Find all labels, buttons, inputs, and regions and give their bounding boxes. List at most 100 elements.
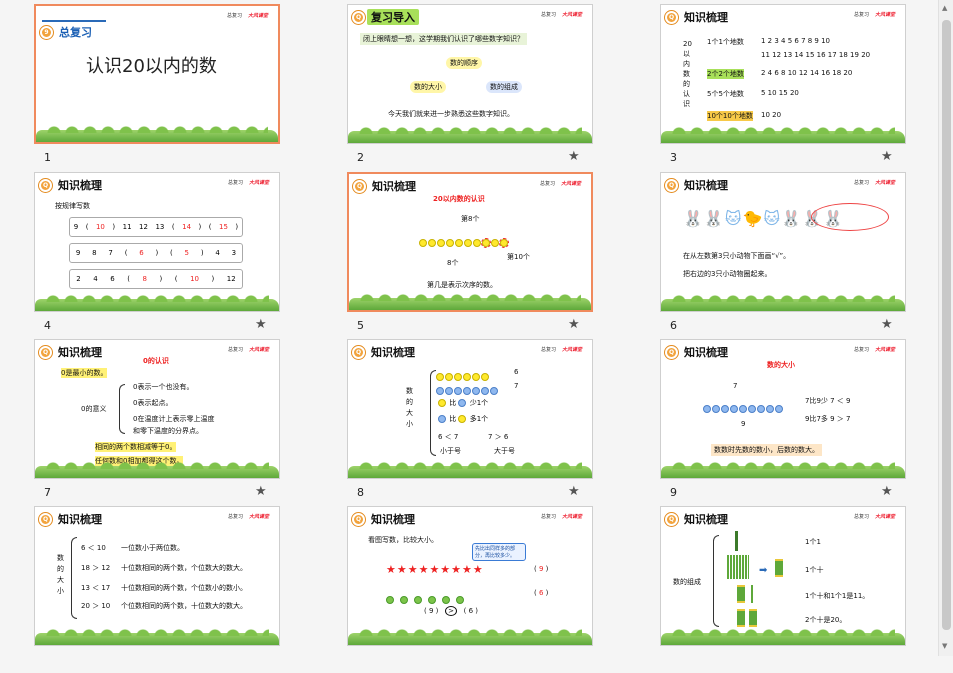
slide-header: 9 总复习: [40, 24, 96, 40]
body-text: 相同的两个数相减等于0。: [95, 442, 177, 452]
slide-thumb-12[interactable]: Q 知识梳理 总复习 大风课堂 数的组成 ➡ 1个1 1个十 1个十和1个1是11。…: [660, 506, 906, 673]
slide-header: Q 知识梳理: [352, 344, 419, 360]
slide-header: Q 知识梳理: [665, 9, 732, 25]
slide-number: 5: [357, 319, 364, 332]
slide-frame[interactable]: Q 知识梳理 总复习 大风课堂 数的大小 7 9 7比9少 7 ＜ 9 9比7多 9…: [660, 339, 906, 479]
body-text: 0的意义: [81, 405, 107, 413]
slide-frame[interactable]: Q 知识梳理 总复习 大风课堂 0的认识 0是最小的数。 0的意义 0表示一个也没有…: [34, 339, 280, 479]
slide-thumbnail-grid: 9 总复习 认识20以内的数 总复习 大风课堂 1 Q 复习导入 总复习 大风课堂 闭…: [0, 0, 938, 656]
header-title: 知识梳理: [684, 513, 728, 526]
brace: [71, 537, 77, 619]
bead-row-blue: [436, 380, 499, 399]
scroll-thumb[interactable]: [942, 20, 951, 630]
scroll-down-icon[interactable]: ▼: [942, 642, 947, 650]
logo: 总复习 大风课堂: [226, 13, 268, 19]
header-title: 知识梳理: [372, 180, 416, 193]
row-value: 个位数相同的两个数，十位数大的数大。: [121, 602, 247, 610]
slide-thumb-8[interactable]: Q 知识梳理 总复习 大风课堂 数的大小 6 7 比 少1个 比 多1个 6 ＜ 7…: [347, 339, 593, 506]
cloud-label: 数的组成: [486, 81, 522, 93]
stick-bundle-icon: [749, 609, 757, 627]
subtitle: 20以内数的认识: [433, 195, 485, 203]
row-key: 1个1个地数: [707, 38, 744, 46]
slide-frame[interactable]: Q 知识梳理 总复习 大风课堂 20以内数的认识 第8个 第10个 8个 第几是表示…: [347, 172, 593, 312]
header-title: 知识梳理: [684, 346, 728, 359]
slide-header: Q 知识梳理: [39, 344, 106, 360]
label: 7: [733, 382, 738, 390]
slide-thumb-10[interactable]: Q 知识梳理 总复习 大风课堂 数的大小 6 ＜ 10 一位数小于两位数。 18 ＞…: [34, 506, 280, 673]
header-title: 知识梳理: [58, 346, 102, 359]
star-icon[interactable]: ★: [881, 484, 893, 499]
star-icon[interactable]: ★: [568, 484, 580, 499]
header-title: 复习导入: [367, 9, 419, 25]
subtitle: 数的大小: [767, 361, 795, 369]
star-icon[interactable]: ★: [881, 317, 893, 332]
slide-thumb-7[interactable]: Q 知识梳理 总复习 大风课堂 0的认识 0是最小的数。 0的意义 0表示一个也没有…: [34, 339, 280, 506]
slide-number: 6: [670, 319, 677, 332]
slide-frame[interactable]: Q 知识梳理 总复习 大风课堂 20以内数的认识 1个1个地数 1 2 3 4 5 …: [660, 4, 906, 144]
slide-frame[interactable]: Q 知识梳理 总复习 大风课堂 按规律写数 9(10) 11 12 13(14)(15) …: [34, 172, 280, 312]
logo: 总复习 大风课堂: [853, 12, 895, 18]
row-value: 十位数相同的两个数，个位数小的数小。: [121, 584, 247, 592]
slide-number: 3: [670, 151, 677, 164]
slide-thumb-2[interactable]: Q 复习导入 总复习 大风课堂 闭上眼睛想一想，这学期我们认识了哪些数字知识？ 数的…: [347, 4, 593, 171]
body-text: 今天我们就来进一步熟悉这些数字知识。: [388, 110, 514, 118]
row-key: 10个10个地数: [707, 111, 753, 121]
row-key: 2个2个地数: [707, 69, 744, 79]
slide-frame[interactable]: Q 知识梳理 总复习 大风课堂 数的组成 ➡ 1个1 1个十 1个十和1个1是11。…: [660, 506, 906, 646]
body-text: 数数时先数的数小，后数的数大。: [711, 444, 822, 456]
bead-row-blue: [703, 398, 784, 417]
magnifier-icon: Q: [39, 178, 52, 192]
side-label: 20以内数的认识: [683, 40, 692, 108]
slide-header: Q 知识梳理: [665, 177, 732, 193]
body-text: 1个十和1个1是11。: [805, 592, 870, 600]
slide-thumb-6[interactable]: Q 知识梳理 总复习 大风课堂 🐰🐰🐱🐤🐱🐰🐰🐰 在从左数第3只小动物下面画“√”。…: [660, 172, 906, 339]
grass-decoration: [35, 461, 279, 478]
sequence-row-1: 9(10) 11 12 13(14)(15): [69, 217, 243, 237]
magnifier-icon: Q: [353, 179, 366, 193]
star-icon[interactable]: ★: [255, 484, 267, 499]
slide-title: 认识20以内的数: [86, 56, 217, 77]
slide-frame[interactable]: Q 知识梳理 总复习 大风课堂 数的大小 6 ＜ 10 一位数小于两位数。 18 ＞…: [34, 506, 280, 646]
row-key: 5个5个地数: [707, 90, 744, 98]
grass-decoration: [348, 628, 592, 645]
cloud-label: 数的顺序: [446, 57, 482, 69]
vertical-scrollbar[interactable]: ▲ ▼: [938, 0, 953, 656]
scroll-up-icon[interactable]: ▲: [942, 4, 947, 12]
stick-bundle-icon: [737, 585, 745, 603]
slide-thumb-5[interactable]: Q 知识梳理 总复习 大风课堂 20以内数的认识 第8个 第10个 8个 第几是表示…: [347, 172, 593, 339]
star-icon[interactable]: ★: [568, 149, 580, 164]
slide-thumb-3[interactable]: Q 知识梳理 总复习 大风课堂 20以内数的认识 1个1个地数 1 2 3 4 5 …: [660, 4, 906, 171]
logo: 总复习 大风课堂: [540, 12, 582, 18]
slide-header: Q 知识梳理: [665, 511, 732, 527]
magnifier-icon: Q: [39, 512, 52, 526]
compare-row-1: 比 少1个: [438, 398, 488, 408]
star-icon[interactable]: ★: [881, 149, 893, 164]
row-value: 10 20: [761, 111, 782, 119]
logo: 总复习 大风课堂: [227, 514, 269, 520]
row-key: 20 ＞ 10: [81, 602, 111, 610]
stick-bundle-icon: [737, 609, 745, 627]
slide-frame[interactable]: Q 复习导入 总复习 大风课堂 闭上眼睛想一想，这学期我们认识了哪些数字知识？ 数的…: [347, 4, 593, 144]
slide-thumb-9[interactable]: Q 知识梳理 总复习 大风课堂 数的大小 7 9 7比9少 7 ＜ 9 9比7多 9…: [660, 339, 906, 506]
answer-box: ( 9 ): [534, 565, 549, 573]
slide-header: Q 知识梳理: [39, 177, 106, 193]
slide-header: Q 知识梳理: [665, 344, 732, 360]
slide-thumb-11[interactable]: Q 知识梳理 总复习 大风课堂 看图写数，比较大小。 先比出同样多的部分，再比较多少…: [347, 506, 593, 673]
grass-decoration: [661, 461, 905, 478]
row-value: 2 4 6 8 10 12 14 16 18 20: [761, 69, 853, 77]
grass-decoration: [36, 125, 278, 142]
body-text: 0是最小的数。: [61, 368, 108, 378]
slide-thumb-4[interactable]: Q 知识梳理 总复习 大风课堂 按规律写数 9(10) 11 12 13(14)(15) …: [34, 172, 280, 339]
star-icon[interactable]: ★: [568, 317, 580, 332]
star-icon[interactable]: ★: [255, 317, 267, 332]
body-text: 0表示起点。: [133, 399, 173, 407]
header-title: 知识梳理: [684, 11, 728, 24]
slide-thumb-1[interactable]: 9 总复习 认识20以内的数 总复习 大风课堂 1: [34, 4, 280, 171]
slide-frame[interactable]: Q 知识梳理 总复习 大风课堂 看图写数，比较大小。 先比出同样多的部分，再比较多少…: [347, 506, 593, 646]
logo: 总复习 大风课堂: [853, 514, 895, 520]
logo: 总复习 大风课堂: [539, 181, 581, 187]
slide-frame[interactable]: Q 知识梳理 总复习 大风课堂 数的大小 6 7 比 少1个 比 多1个 6 ＜ 7…: [347, 339, 593, 479]
slide-frame[interactable]: 9 总复习 认识20以内的数 总复习 大风课堂: [34, 4, 280, 144]
slide-frame[interactable]: Q 知识梳理 总复习 大风课堂 🐰🐰🐱🐤🐱🐰🐰🐰 在从左数第3只小动物下面画“√”。…: [660, 172, 906, 312]
row-value: 十位数相同的两个数，个位数大的数大。: [121, 564, 247, 572]
